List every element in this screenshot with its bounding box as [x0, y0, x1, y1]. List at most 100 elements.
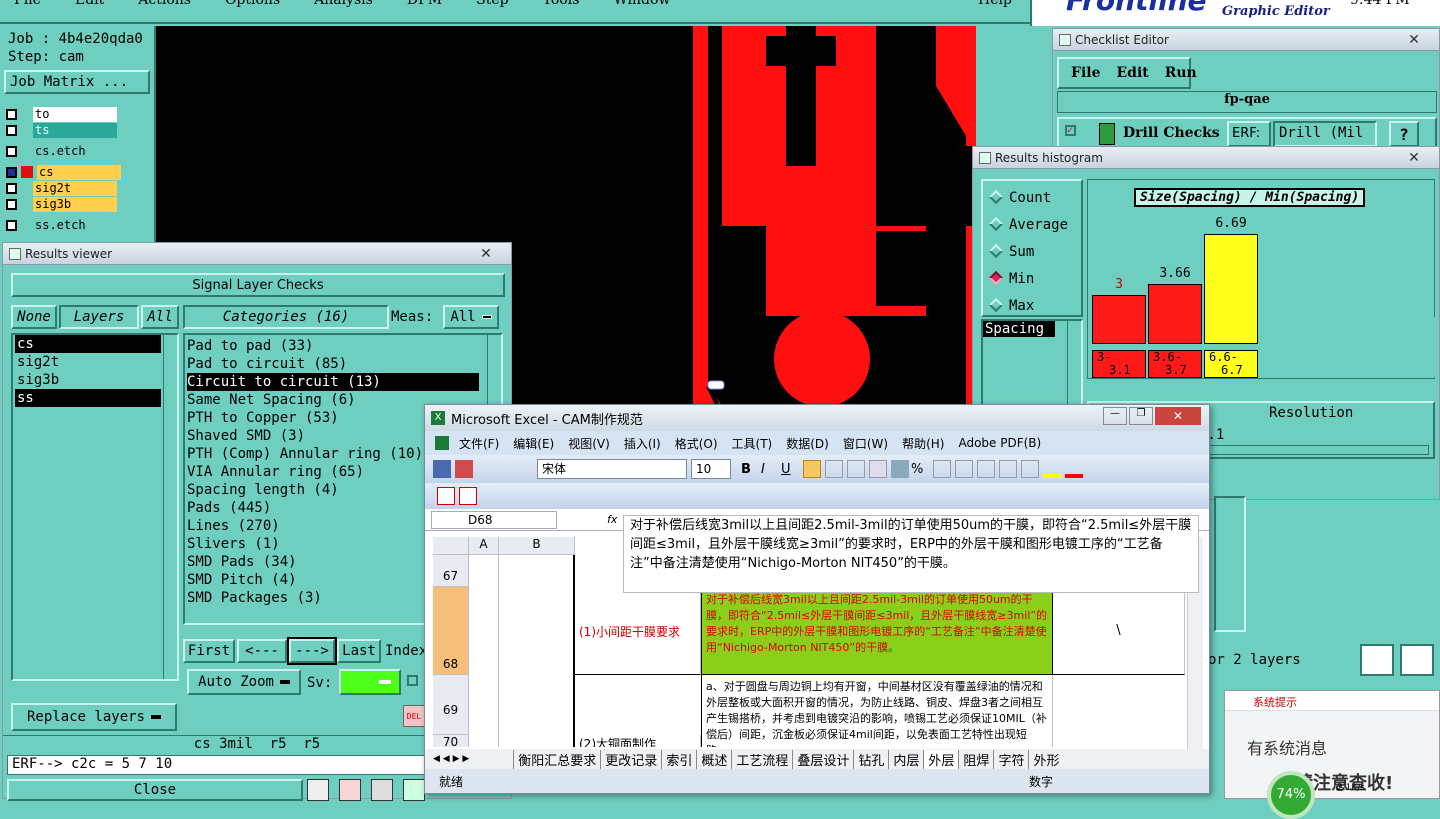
menu-actions[interactable]: Actions [138, 0, 191, 8]
sheet-tab[interactable]: 阻焊 [958, 749, 993, 769]
font-color-icon[interactable] [1065, 460, 1083, 478]
layer-row[interactable]: cs.etch [6, 143, 117, 159]
menu-dfm[interactable]: DFM [407, 0, 442, 8]
cell-a[interactable] [469, 555, 499, 747]
checklist-menu-run[interactable]: Run [1165, 65, 1197, 81]
excel-menu-tools[interactable]: 工具(T) [732, 435, 773, 452]
layer-row[interactable]: sig3b [6, 196, 117, 212]
excel-menu-insert[interactable]: 插入(I) [624, 435, 661, 452]
categories-button[interactable]: Categories (16) [183, 305, 389, 329]
sheet-tab[interactable]: 钻孔 [853, 749, 888, 769]
layers-button[interactable]: Layers [59, 305, 139, 329]
checklist-menu-file[interactable]: File [1071, 65, 1100, 81]
menu-file[interactable]: File [14, 0, 41, 8]
underline-button[interactable]: U [781, 462, 801, 477]
excel-menu-adobe[interactable]: Adobe PDF(B) [958, 436, 1041, 450]
layer-list-scrollbar[interactable] [163, 335, 177, 679]
print-icon[interactable] [455, 460, 473, 478]
row-header[interactable]: 69 [433, 675, 469, 735]
option-min[interactable]: Min [988, 266, 1073, 293]
help-button[interactable]: ? [1389, 121, 1419, 147]
del-icon[interactable]: DEL [403, 705, 425, 727]
menu-help[interactable]: Help [978, 0, 1012, 8]
layer-checkbox[interactable] [6, 219, 17, 231]
menu-analysis[interactable]: Analysis [314, 0, 373, 8]
meas-dropdown[interactable]: All [443, 305, 499, 329]
sheet-tab[interactable]: 衡阳汇总要求 [513, 749, 600, 769]
option-sum[interactable]: Sum [988, 239, 1073, 266]
sheet-tab[interactable]: 外形 [1028, 749, 1063, 769]
layer-checkbox[interactable] [6, 182, 17, 194]
comma-icon[interactable] [933, 460, 951, 478]
layer-row[interactable]: cs [6, 164, 121, 180]
excel-menu-view[interactable]: 视图(V) [568, 435, 610, 452]
resolution-slider[interactable] [1209, 445, 1429, 455]
align-left-icon[interactable] [803, 460, 821, 478]
auto-zoom-dropdown[interactable]: Auto Zoom [187, 669, 301, 695]
first-button[interactable]: First [183, 639, 235, 663]
cell-d69[interactable]: a、对于圆盘与周边铜上均有开窗，中间基材区没有覆盖绿油的情况和外层整板或大面积开… [701, 675, 1053, 747]
close-button[interactable]: Close [7, 779, 303, 801]
name-box[interactable]: D68 [431, 510, 557, 529]
list-item[interactable]: cs [15, 335, 161, 353]
option-count[interactable]: Count [988, 185, 1073, 212]
list-item[interactable]: sig2t [15, 353, 161, 371]
col-header-b[interactable]: B [499, 537, 575, 555]
list-item[interactable]: Circuit to circuit (13) [187, 373, 479, 391]
menu-window[interactable]: Window [613, 0, 670, 8]
menu-edit[interactable]: Edit [75, 0, 104, 8]
close-icon[interactable]: ✕ [1395, 149, 1433, 167]
percent-button[interactable]: % [911, 462, 931, 477]
menu-options[interactable]: Options [225, 0, 280, 8]
layer-checkbox[interactable] [6, 166, 17, 178]
excel-menu-help[interactable]: 帮助(H) [902, 435, 944, 452]
outdent-icon[interactable] [999, 460, 1017, 478]
layer-icon-a[interactable] [1360, 644, 1394, 676]
font-name-box[interactable]: 宋体 [537, 459, 687, 479]
layer-checkbox[interactable] [6, 108, 17, 120]
col-header-a[interactable]: A [469, 537, 499, 555]
sv-color-dropdown[interactable] [339, 669, 401, 695]
excel-menu-file[interactable]: 文件(F) [459, 435, 499, 452]
excel-menu-format[interactable]: 格式(O) [675, 435, 718, 452]
cell-e68[interactable]: \ [1053, 587, 1185, 675]
cell-c68[interactable]: (1)小间距干膜要求 [575, 587, 701, 675]
close-icon[interactable]: ✕ [1155, 407, 1201, 425]
close-icon[interactable]: ✕ [1395, 31, 1433, 49]
save-icon[interactable] [433, 460, 451, 478]
minimize-icon[interactable]: — [1103, 407, 1127, 425]
layer-row[interactable]: to [6, 106, 117, 122]
histogram-bar[interactable] [1092, 295, 1146, 344]
bold-button[interactable]: B [741, 462, 761, 477]
layer-icon-b[interactable] [1400, 644, 1434, 676]
excel-menu-edit[interactable]: 编辑(E) [513, 435, 554, 452]
sheet-tab[interactable]: 工艺流程 [731, 749, 792, 769]
row-header[interactable]: 70 [433, 735, 469, 747]
layer-checkbox[interactable] [6, 198, 17, 210]
last-button[interactable]: Last [337, 639, 381, 663]
border-icon[interactable] [1021, 460, 1039, 478]
sheet-tab[interactable]: 索引 [661, 749, 696, 769]
checklist-menu-edit[interactable]: Edit [1116, 65, 1148, 81]
measure-list-scrollbar[interactable] [1067, 321, 1081, 407]
sv-checkbox[interactable] [407, 675, 418, 686]
sheet-tab[interactable]: 内层 [888, 749, 923, 769]
align-right-icon[interactable] [847, 460, 865, 478]
excel-menu-window[interactable]: 窗口(W) [843, 435, 888, 452]
pdf-icon[interactable] [459, 487, 477, 505]
layer-row[interactable]: sig2t [6, 180, 117, 196]
tab-nav-icon[interactable]: ◀ ◀ ▶ ▶ [433, 754, 469, 764]
erf-value[interactable]: Drill (Mil [1273, 121, 1377, 147]
item-checkbox[interactable]: ✓ [1065, 125, 1076, 136]
layer-row[interactable]: ss.etch [6, 217, 117, 233]
close-icon[interactable]: ✕ [467, 245, 505, 263]
replace-layers-dropdown[interactable]: Replace layers [11, 703, 177, 731]
italic-button[interactable]: I [761, 462, 781, 477]
fill-color-icon[interactable] [1043, 460, 1061, 478]
tool-icon[interactable] [307, 779, 329, 801]
sheet-tab[interactable]: 叠层设计 [792, 749, 853, 769]
align-center-icon[interactable] [825, 460, 843, 478]
indent-icon[interactable] [977, 460, 995, 478]
merge-icon[interactable] [869, 460, 887, 478]
list-item[interactable]: Spacing [983, 321, 1055, 337]
